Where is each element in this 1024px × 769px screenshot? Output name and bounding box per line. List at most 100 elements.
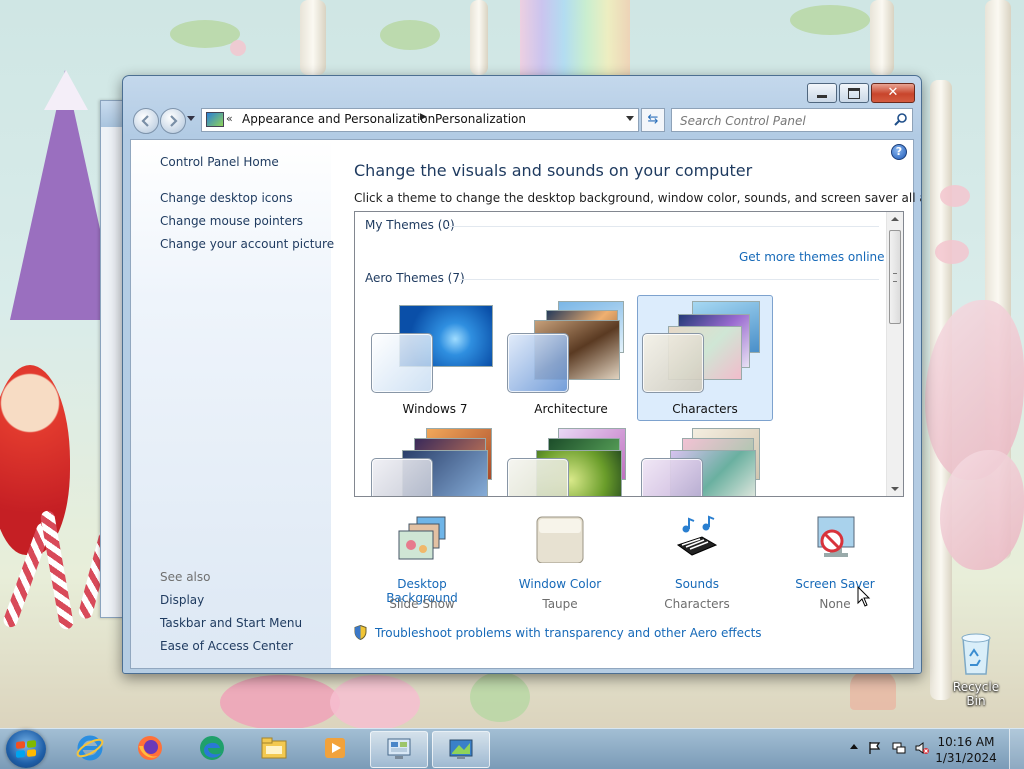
theme-scenes[interactable] xyxy=(637,425,773,496)
my-themes-heading: My Themes (0) xyxy=(365,218,455,232)
search-icon[interactable] xyxy=(894,112,908,126)
change-account-picture-link[interactable]: Change your account picture xyxy=(160,237,334,251)
volume-muted-icon[interactable] xyxy=(915,741,929,755)
help-icon[interactable]: ? xyxy=(891,144,907,160)
taskbar-internet-explorer[interactable] xyxy=(62,731,118,766)
wallpaper-flower xyxy=(220,675,340,730)
navigation-bar: « Appearance and Personalization ▶ Perso… xyxy=(131,107,913,135)
wallpaper-leaf xyxy=(470,672,530,722)
scrollbar-thumb[interactable] xyxy=(889,230,901,324)
window-color-label[interactable]: Window Color xyxy=(500,577,620,591)
get-more-themes-link[interactable]: Get more themes online xyxy=(739,250,885,264)
network-icon[interactable] xyxy=(892,741,906,755)
taskbar-media-player[interactable] xyxy=(308,731,364,766)
taskbar-edge[interactable] xyxy=(184,731,240,766)
control-panel-icon xyxy=(206,112,224,127)
wallpaper-mountain xyxy=(44,70,88,110)
theme-nature[interactable] xyxy=(503,425,639,496)
control-panel-content: Control Panel Home Change desktop icons … xyxy=(130,139,921,669)
wallpaper-doll xyxy=(0,365,70,555)
mouse-cursor-icon xyxy=(857,586,871,607)
desktop-background-setting[interactable]: Desktop Background Slide Show xyxy=(362,515,482,611)
windows-logo-icon xyxy=(16,740,36,758)
refresh-button[interactable]: ⇆ xyxy=(641,108,665,132)
search-box[interactable] xyxy=(671,108,913,132)
clock-date: 1/31/2024 xyxy=(935,751,997,765)
action-center-flag-icon[interactable] xyxy=(868,741,882,755)
address-dropdown-icon[interactable] xyxy=(626,116,634,121)
close-button[interactable]: ✕ xyxy=(871,83,915,103)
desktop-background-icon xyxy=(398,516,446,560)
screen-saver-setting[interactable]: Screen Saver None xyxy=(775,515,895,611)
scroll-up-icon[interactable] xyxy=(891,217,899,221)
theme-color-swatch xyxy=(371,458,433,496)
grip-icon xyxy=(893,273,897,282)
forward-button[interactable] xyxy=(160,108,186,134)
taskbar-firefox[interactable] xyxy=(122,731,178,766)
change-desktop-icons-link[interactable]: Change desktop icons xyxy=(160,191,293,205)
taskbar-start-menu-link[interactable]: Taskbar and Start Menu xyxy=(160,616,302,630)
breadcrumb-personalization[interactable]: Personalization xyxy=(435,112,526,126)
section-divider xyxy=(459,279,879,280)
troubleshoot-aero-link[interactable]: Troubleshoot problems with transparency … xyxy=(375,626,762,640)
sounds-label[interactable]: Sounds xyxy=(637,577,757,591)
theme-list-scrollbar[interactable] xyxy=(886,212,903,496)
show-hidden-icons-icon[interactable] xyxy=(850,744,858,749)
breadcrumb-separator-icon[interactable]: ▶ xyxy=(420,112,427,122)
search-input[interactable] xyxy=(678,111,882,131)
theme-landscapes[interactable] xyxy=(367,425,503,496)
recent-pages-dropdown[interactable] xyxy=(187,116,195,121)
see-also-heading: See also xyxy=(160,570,211,584)
internet-explorer-icon xyxy=(76,735,104,761)
media-player-icon xyxy=(325,738,345,758)
wallpaper-tree xyxy=(300,0,326,75)
maximize-button[interactable] xyxy=(839,83,869,103)
theme-windows-7[interactable]: Windows 7 xyxy=(367,295,503,421)
maximize-icon xyxy=(848,87,860,99)
back-arrow-icon xyxy=(141,115,149,127)
taskbar-file-explorer[interactable] xyxy=(246,731,302,766)
sounds-setting[interactable]: Sounds Characters xyxy=(637,515,757,611)
theme-name: Architecture xyxy=(534,402,608,416)
theme-color-swatch xyxy=(507,333,569,393)
personalization-icon xyxy=(449,739,473,759)
control-panel-icon xyxy=(387,738,411,759)
screen-saver-icon xyxy=(817,516,855,557)
address-overflow-chevron[interactable]: « xyxy=(226,112,233,125)
recycle-bin-label: Recycle Bin xyxy=(952,680,1000,708)
window-color-setting[interactable]: Window Color Taupe xyxy=(500,515,620,611)
shield-icon xyxy=(354,625,367,640)
task-pane: Control Panel Home Change desktop icons … xyxy=(131,140,334,668)
recycle-bin[interactable]: Recycle Bin xyxy=(944,630,1008,708)
page-title: Change the visuals and sounds on your co… xyxy=(354,161,753,180)
breadcrumb-appearance[interactable]: Appearance and Personalization xyxy=(242,112,435,126)
theme-characters[interactable]: Characters xyxy=(637,295,773,421)
theme-architecture[interactable]: Architecture xyxy=(503,295,639,421)
scroll-down-icon[interactable] xyxy=(891,487,899,491)
display-link[interactable]: Display xyxy=(160,593,204,607)
taskbar-personalization[interactable] xyxy=(432,731,490,768)
minimize-button[interactable] xyxy=(807,83,837,103)
taskbar: 10:16 AM 1/31/2024 xyxy=(0,728,1024,769)
change-mouse-pointers-link[interactable]: Change mouse pointers xyxy=(160,214,303,228)
desktop-background-value: Slide Show xyxy=(389,597,455,611)
control-panel-home-link[interactable]: Control Panel Home xyxy=(160,155,279,169)
screen-saver-value: None xyxy=(819,597,851,611)
clock[interactable]: 10:16 AM 1/31/2024 xyxy=(934,734,998,766)
show-desktop-button[interactable] xyxy=(1009,729,1024,769)
wallpaper-flower xyxy=(935,240,969,264)
forward-arrow-icon xyxy=(170,115,178,127)
back-button[interactable] xyxy=(133,108,159,134)
theme-list[interactable]: My Themes (0) Get more themes online Aer… xyxy=(354,211,904,497)
personalization-window[interactable]: ✕ « Appearance and Personalization ▶ Per… xyxy=(122,75,922,674)
section-divider xyxy=(447,226,879,227)
page-description: Click a theme to change the desktop back… xyxy=(354,191,922,205)
ease-of-access-link[interactable]: Ease of Access Center xyxy=(160,639,293,653)
start-button[interactable] xyxy=(6,730,46,768)
screen-saver-label[interactable]: Screen Saver xyxy=(775,577,895,591)
taskbar-control-panel[interactable] xyxy=(370,731,428,768)
troubleshoot-aero-row[interactable]: Troubleshoot problems with transparency … xyxy=(354,625,762,640)
address-bar[interactable]: « Appearance and Personalization ▶ Perso… xyxy=(201,108,639,132)
wallpaper-rainbow xyxy=(520,0,630,75)
firefox-icon xyxy=(138,736,162,760)
